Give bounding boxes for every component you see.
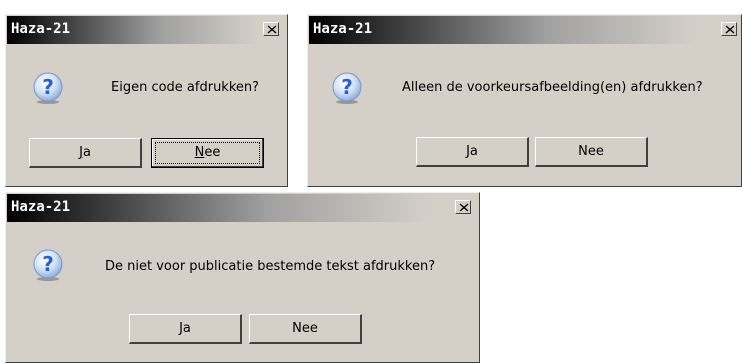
- dialog-print-unpublished-text: Haza-21 ? De niet voor publicatie bestem…: [5, 192, 480, 363]
- dialog-message: De niet voor publicatie bestemde tekst a…: [105, 259, 436, 274]
- dialog-print-own-code: Haza-21 ? Eigen code afdrukken? Ja Nee: [5, 14, 288, 187]
- close-button[interactable]: [721, 22, 737, 36]
- svg-text:?: ?: [42, 252, 54, 276]
- question-icon: ?: [332, 72, 362, 104]
- dialog-message: Eigen code afdrukken?: [111, 80, 260, 95]
- close-button[interactable]: [455, 200, 471, 214]
- title-bar[interactable]: Haza-21: [7, 16, 286, 44]
- title-bar[interactable]: Haza-21: [7, 194, 478, 222]
- dialog-title: Haza-21: [11, 199, 71, 215]
- close-button[interactable]: [263, 22, 279, 36]
- close-icon: [725, 25, 735, 34]
- question-icon: ?: [33, 72, 63, 104]
- no-button[interactable]: Nee: [249, 314, 362, 344]
- svg-text:?: ?: [341, 75, 353, 99]
- close-icon: [267, 25, 277, 34]
- yes-button[interactable]: Ja: [416, 137, 529, 167]
- svg-text:?: ?: [42, 75, 54, 99]
- yes-button[interactable]: Ja: [29, 138, 142, 168]
- yes-label-rest: a: [82, 145, 91, 160]
- dialog-title: Haza-21: [313, 21, 373, 37]
- dialog-title: Haza-21: [11, 21, 71, 37]
- no-button[interactable]: Nee: [151, 138, 264, 168]
- no-button[interactable]: Nee: [535, 137, 648, 167]
- focus-rectangle: [155, 142, 260, 164]
- title-bar[interactable]: Haza-21: [309, 16, 740, 44]
- dialog-message: Alleen de voorkeursafbeelding(en) afdruk…: [402, 80, 703, 95]
- yes-button[interactable]: Ja: [129, 314, 242, 344]
- close-icon: [459, 203, 469, 212]
- dialog-print-preferred-images: Haza-21 ? Alleen de voorkeursafbeelding(…: [307, 14, 742, 187]
- question-icon: ?: [33, 249, 63, 281]
